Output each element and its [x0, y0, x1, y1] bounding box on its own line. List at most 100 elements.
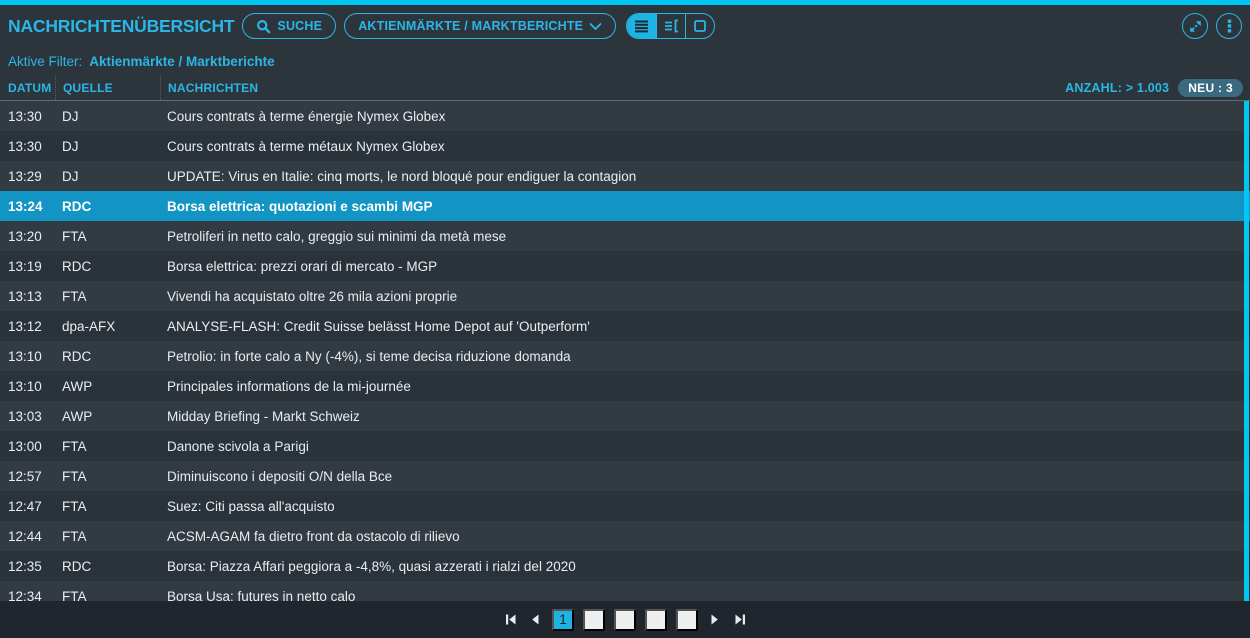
- next-page-button[interactable]: [707, 611, 723, 629]
- news-headline: ACSM-AGAM fa dietro front da ostacolo di…: [160, 529, 1250, 544]
- first-page-icon: [504, 613, 517, 626]
- page-number[interactable]: 2: [583, 609, 605, 631]
- search-button-label: SUCHE: [277, 19, 322, 33]
- news-headline: UPDATE: Virus en Italie: cinq morts, le …: [160, 169, 1250, 184]
- active-filter-value[interactable]: Aktienmärkte / Marktberichte: [89, 54, 274, 69]
- news-source: RDC: [55, 259, 160, 274]
- table-header: DATUM QUELLE NACHRICHTEN ANZAHL: > 1.003…: [0, 75, 1250, 101]
- news-row[interactable]: 13:29DJUPDATE: Virus en Italie: cinq mor…: [0, 161, 1250, 191]
- news-source: FTA: [55, 439, 160, 454]
- column-header-datum[interactable]: DATUM: [0, 75, 55, 100]
- news-row[interactable]: 13:20FTAPetroliferi in netto calo, gregg…: [0, 221, 1250, 251]
- news-row[interactable]: 13:03AWPMidday Briefing - Markt Schweiz: [0, 401, 1250, 431]
- page-number-active[interactable]: 1: [552, 609, 574, 631]
- news-row[interactable]: 13:10AWPPrincipales informations de la m…: [0, 371, 1250, 401]
- news-time: 13:03: [0, 409, 55, 424]
- news-source: DJ: [55, 109, 160, 124]
- news-source: FTA: [55, 529, 160, 544]
- news-row[interactable]: 13:10RDCPetrolio: in forte calo a Ny (-4…: [0, 341, 1250, 371]
- card-view-toggle[interactable]: [685, 14, 714, 38]
- column-header-quelle[interactable]: QUELLE: [55, 75, 160, 100]
- news-time: 12:47: [0, 499, 55, 514]
- news-row[interactable]: 12:34FTABorsa Usa: futures in netto calo: [0, 581, 1250, 601]
- search-icon: [256, 19, 271, 34]
- kebab-menu-icon: [1227, 19, 1232, 34]
- news-row[interactable]: 13:30DJCours contrats à terme énergie Ny…: [0, 101, 1250, 131]
- previous-page-button[interactable]: [527, 611, 543, 629]
- more-options-button[interactable]: [1216, 13, 1242, 39]
- news-time: 13:30: [0, 109, 55, 124]
- news-source: FTA: [55, 499, 160, 514]
- category-dropdown[interactable]: AKTIENMÄRKTE / MARKTBERICHTE: [344, 13, 616, 39]
- list-detail-view-toggle[interactable]: [656, 14, 685, 38]
- expand-icon: [1188, 19, 1203, 34]
- news-time: 13:12: [0, 319, 55, 334]
- last-page-button[interactable]: [732, 611, 748, 629]
- news-source: DJ: [55, 169, 160, 184]
- news-list: 13:30DJCours contrats à terme énergie Ny…: [0, 101, 1250, 601]
- news-source: RDC: [55, 199, 160, 214]
- news-row[interactable]: 13:13FTAVivendi ha acquistato oltre 26 m…: [0, 281, 1250, 311]
- news-time: 12:35: [0, 559, 55, 574]
- news-headline: Principales informations de la mi-journé…: [160, 379, 1250, 394]
- news-row[interactable]: 12:57FTADiminuiscono i depositi O/N dell…: [0, 461, 1250, 491]
- news-overview-window: NACHRICHTENÜBERSICHT SUCHE AKTIENMÄRKTE …: [0, 0, 1250, 638]
- page-number[interactable]: 4: [645, 609, 667, 631]
- news-time: 13:29: [0, 169, 55, 184]
- news-row[interactable]: 12:35RDCBorsa: Piazza Affari peggiora a …: [0, 551, 1250, 581]
- card-view-icon: [693, 19, 707, 33]
- news-source: AWP: [55, 379, 160, 394]
- news-headline: Borsa elettrica: quotazioni e scambi MGP: [160, 199, 1250, 214]
- news-row[interactable]: 12:44FTAACSM-AGAM fa dietro front da ost…: [0, 521, 1250, 551]
- news-headline: Borsa Usa: futures in netto calo: [160, 589, 1250, 602]
- news-headline: Petroliferi in netto calo, greggio sui m…: [160, 229, 1250, 244]
- news-time: 13:19: [0, 259, 55, 274]
- news-time: 13:30: [0, 139, 55, 154]
- news-headline: ANALYSE-FLASH: Credit Suisse belässt Hom…: [160, 319, 1250, 334]
- page-number[interactable]: 3: [614, 609, 636, 631]
- chevron-down-icon: [589, 22, 602, 31]
- vertical-scrollbar[interactable]: [1244, 101, 1249, 601]
- view-toggle-group: [626, 13, 715, 39]
- result-count-label: ANZAHL: > 1.003: [1065, 75, 1178, 100]
- news-source: dpa-AFX: [55, 319, 160, 334]
- pagination-bar: 12345: [0, 601, 1250, 638]
- news-time: 12:34: [0, 589, 55, 602]
- list-view-toggle[interactable]: [627, 14, 656, 38]
- news-headline: Cours contrats à terme métaux Nymex Glob…: [160, 139, 1250, 154]
- news-headline: Cours contrats à terme énergie Nymex Glo…: [160, 109, 1250, 124]
- news-headline: Petrolio: in forte calo a Ny (-4%), si t…: [160, 349, 1250, 364]
- news-time: 12:57: [0, 469, 55, 484]
- news-row[interactable]: 13:30DJCours contrats à terme métaux Nym…: [0, 131, 1250, 161]
- previous-page-icon: [530, 613, 540, 626]
- category-dropdown-label: AKTIENMÄRKTE / MARKTBERICHTE: [358, 19, 583, 33]
- news-time: 13:20: [0, 229, 55, 244]
- news-time: 12:44: [0, 529, 55, 544]
- news-row[interactable]: 13:00FTADanone scivola a Parigi: [0, 431, 1250, 461]
- page-title: NACHRICHTENÜBERSICHT: [8, 16, 234, 37]
- expand-button[interactable]: [1182, 13, 1208, 39]
- page-numbers: 12345: [552, 609, 698, 631]
- new-items-badge[interactable]: NEU : 3: [1178, 79, 1243, 97]
- first-page-button[interactable]: [502, 611, 518, 629]
- column-header-nachrichten[interactable]: NACHRICHTEN: [160, 75, 1065, 100]
- active-filter-row: Aktive Filter: Aktienmärkte / Marktberic…: [0, 47, 1250, 75]
- list-detail-view-icon: [664, 19, 679, 33]
- news-row[interactable]: 13:12dpa-AFXANALYSE-FLASH: Credit Suisse…: [0, 311, 1250, 341]
- news-source: RDC: [55, 559, 160, 574]
- news-time: 13:10: [0, 379, 55, 394]
- news-source: AWP: [55, 409, 160, 424]
- news-source: RDC: [55, 349, 160, 364]
- news-time: 13:13: [0, 289, 55, 304]
- page-number[interactable]: 5: [676, 609, 698, 631]
- header-bar: NACHRICHTENÜBERSICHT SUCHE AKTIENMÄRKTE …: [0, 5, 1250, 47]
- news-headline: Vivendi ha acquistato oltre 26 mila azio…: [160, 289, 1250, 304]
- news-time: 13:10: [0, 349, 55, 364]
- search-button[interactable]: SUCHE: [242, 13, 336, 39]
- news-time: 13:00: [0, 439, 55, 454]
- news-headline: Midday Briefing - Markt Schweiz: [160, 409, 1250, 424]
- news-headline: Diminuiscono i depositi O/N della Bce: [160, 469, 1250, 484]
- news-row[interactable]: 13:19RDCBorsa elettrica: prezzi orari di…: [0, 251, 1250, 281]
- news-row[interactable]: 12:47FTASuez: Citi passa all'acquisto: [0, 491, 1250, 521]
- news-row-selected[interactable]: 13:24RDCBorsa elettrica: quotazioni e sc…: [0, 191, 1250, 221]
